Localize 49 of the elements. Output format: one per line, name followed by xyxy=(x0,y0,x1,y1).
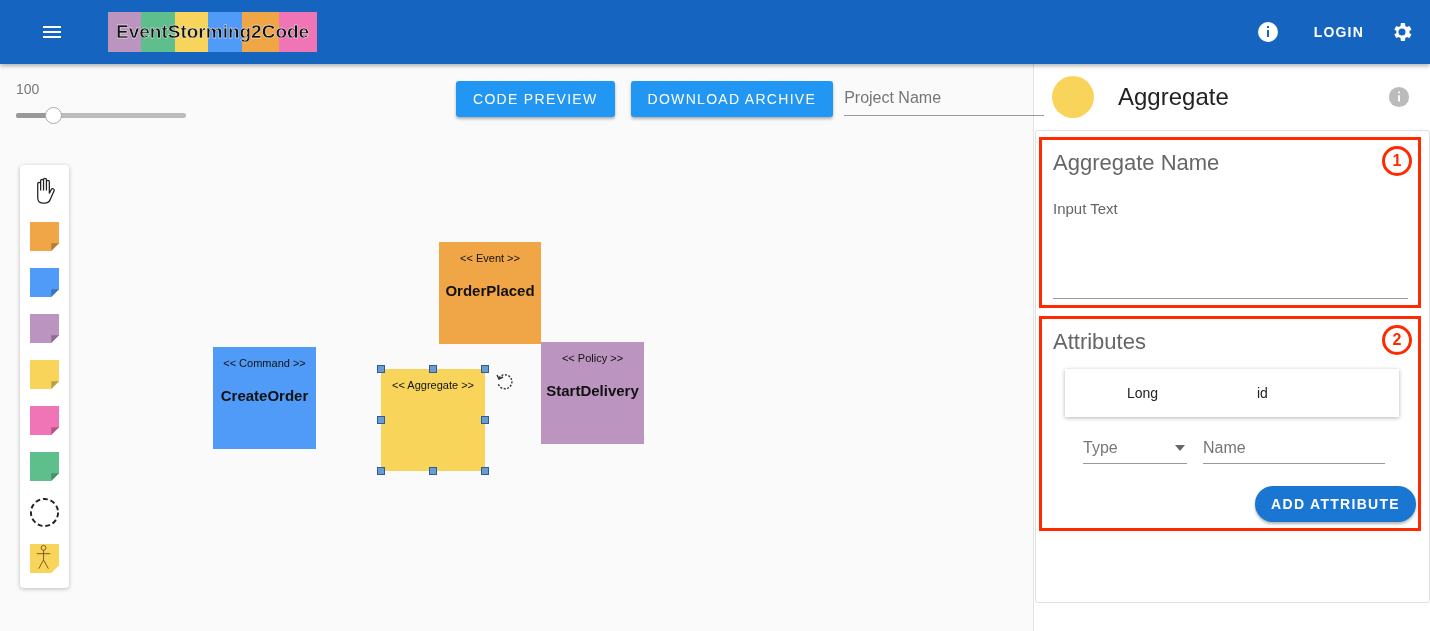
sticky-note-icon[interactable] xyxy=(29,267,60,298)
info-icon[interactable] xyxy=(1255,20,1280,44)
name-field[interactable]: Name xyxy=(1203,439,1385,464)
zoom-slider[interactable] xyxy=(16,107,186,124)
sticky-note-icon[interactable] xyxy=(29,405,60,436)
project-name-field[interactable]: Project Name xyxy=(844,81,1045,116)
add-attribute-button[interactable]: ADD ATTRIBUTE xyxy=(1255,486,1416,522)
slider-thumb[interactable] xyxy=(45,107,63,124)
download-archive-button[interactable]: DOWNLOAD ARCHIVE xyxy=(630,81,834,117)
dropdown-caret-icon[interactable] xyxy=(1175,445,1185,451)
sticky-note-icon[interactable] xyxy=(29,359,60,390)
panel-title: Aggregate xyxy=(1118,83,1229,111)
sticky-note[interactable]: << Command >> CreateOrder xyxy=(213,347,316,449)
attribute-row[interactable]: Long id xyxy=(1065,369,1399,417)
sticky-note-icon[interactable] xyxy=(29,221,60,252)
section-title: Aggregate Name xyxy=(1053,150,1220,176)
code-preview-button[interactable]: CODE PREVIEW xyxy=(456,81,615,117)
resize-handle[interactable] xyxy=(481,467,489,475)
resize-handle[interactable] xyxy=(429,467,437,475)
sticky-title: StartDelivery xyxy=(546,382,639,399)
zoom-value: 100 xyxy=(16,81,41,97)
type-select[interactable]: Type xyxy=(1083,439,1187,464)
sticky-note[interactable]: << Policy >> StartDelivery xyxy=(541,342,644,444)
sticky-title: CreateOrder xyxy=(220,387,309,404)
sticky-stereotype: << Command >> xyxy=(223,357,306,369)
dashed-circle-icon[interactable] xyxy=(29,497,60,528)
sticky-title: OrderPlaced xyxy=(445,282,535,299)
sticky-stereotype: << Event >> xyxy=(460,252,520,264)
login-button[interactable]: LOGIN xyxy=(1305,16,1372,48)
sticky-note-icon[interactable] xyxy=(29,451,60,482)
resize-handle[interactable] xyxy=(377,416,385,424)
sticky-note[interactable]: << Aggregate >> xyxy=(381,369,485,471)
sticky-stereotype: << Aggregate >> xyxy=(392,379,474,391)
attribute-type: Long xyxy=(1127,385,1160,401)
aggregate-name-field[interactable]: Input Text xyxy=(1053,200,1408,299)
resize-handle[interactable] xyxy=(429,365,437,373)
resize-handle[interactable] xyxy=(481,416,489,424)
callout-number: 1 xyxy=(1382,146,1412,176)
callout-number: 2 xyxy=(1382,325,1412,355)
sticky-note-icon[interactable] xyxy=(29,313,60,344)
section-title: Attributes xyxy=(1053,329,1146,355)
sticky-stereotype: << Policy >> xyxy=(561,352,624,364)
sticky-note[interactable]: << Event >> OrderPlaced xyxy=(439,242,541,344)
attribute-name: id xyxy=(1257,385,1268,401)
actor-sticky-icon[interactable] xyxy=(29,543,60,574)
resize-handle[interactable] xyxy=(377,467,385,475)
rotate-icon[interactable] xyxy=(495,372,515,392)
resize-handle[interactable] xyxy=(481,365,489,373)
resize-handle[interactable] xyxy=(377,365,385,373)
